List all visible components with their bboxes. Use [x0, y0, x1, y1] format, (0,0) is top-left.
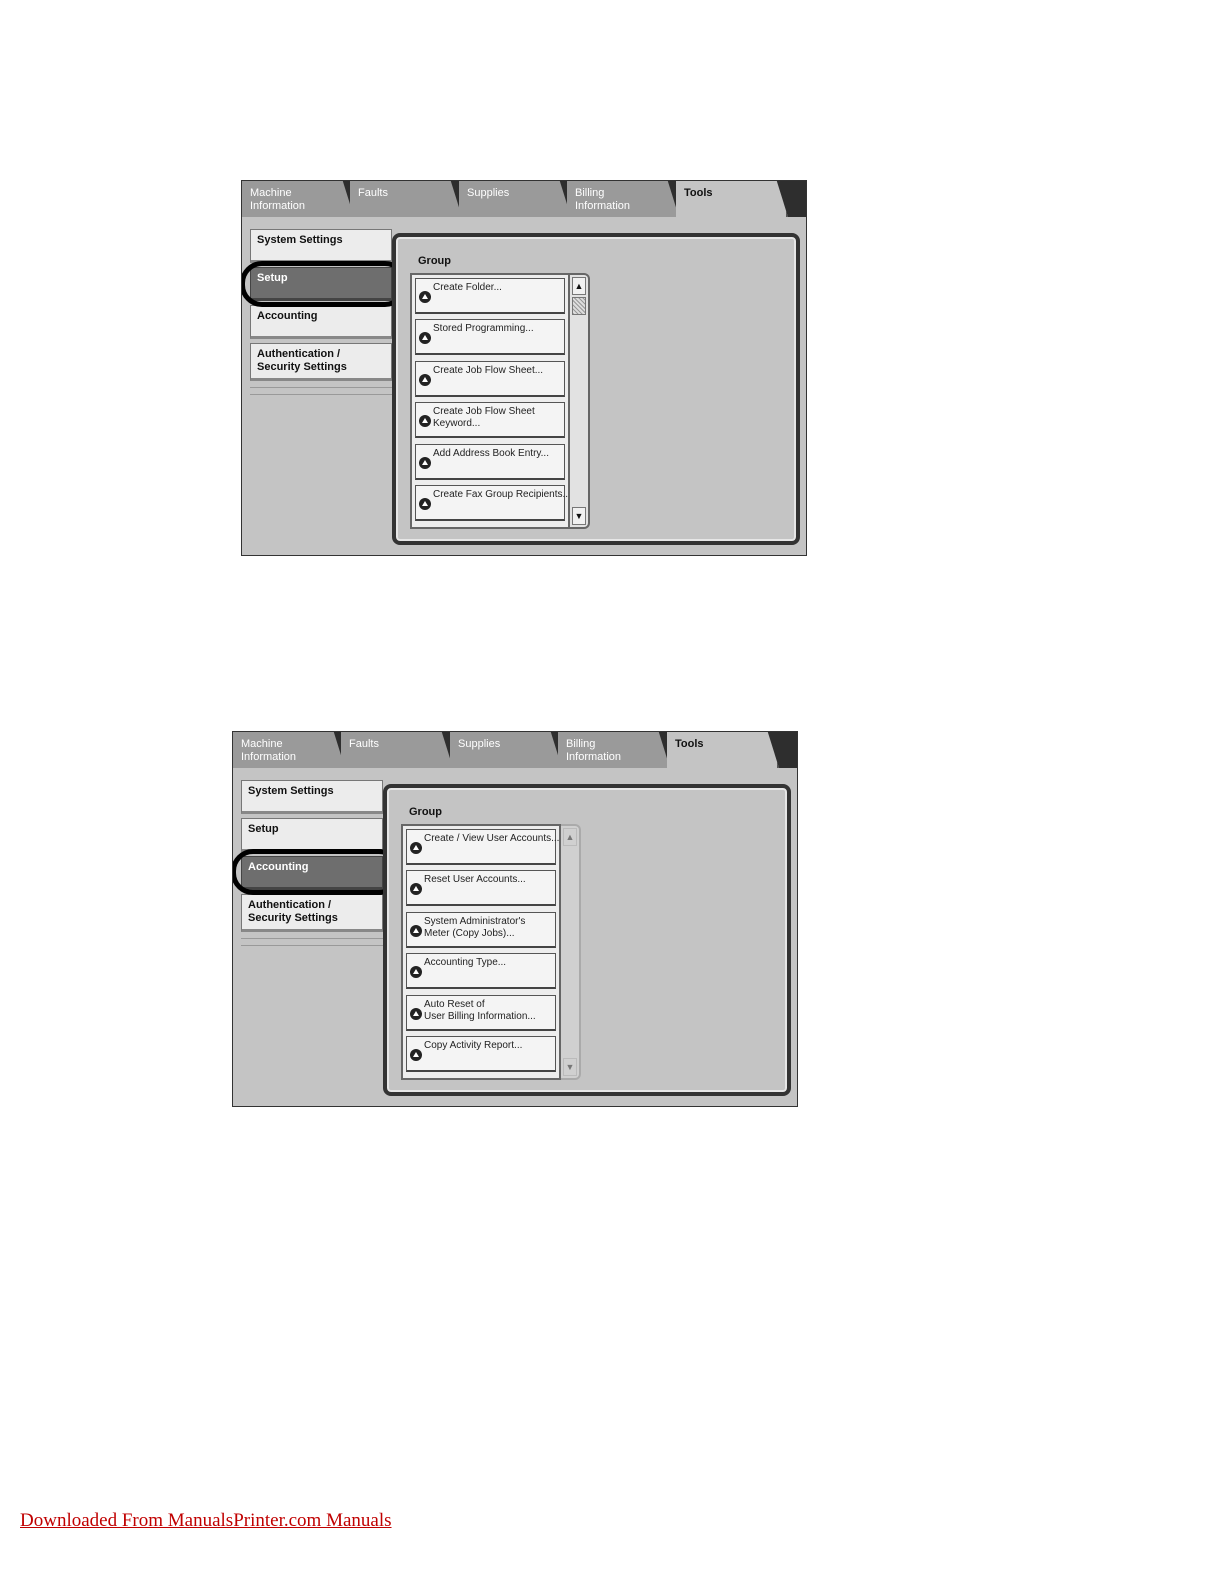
expand-arrow-icon: [419, 415, 431, 427]
tab-faults[interactable]: Faults: [350, 181, 462, 217]
list-item-copy-activity-report[interactable]: Copy Activity Report...: [406, 1036, 556, 1072]
side-divider: [250, 387, 392, 395]
tools-screen-setup: Machine Information Faults Supplies Bill…: [241, 180, 807, 556]
tab-faults[interactable]: Faults: [341, 732, 453, 768]
expand-arrow-icon: [419, 457, 431, 469]
tab-machine-information[interactable]: Machine Information: [233, 732, 345, 768]
expand-arrow-icon: [419, 498, 431, 510]
list-item-create-job-flow-sheet[interactable]: Create Job Flow Sheet...: [415, 361, 565, 397]
list-item-accounting-type[interactable]: Accounting Type...: [406, 953, 556, 989]
side-item-accounting[interactable]: Accounting: [250, 305, 392, 339]
tab-bar: Machine Information Faults Supplies Bill…: [233, 732, 797, 768]
side-item-system-settings[interactable]: System Settings: [250, 229, 392, 263]
tab-supplies[interactable]: Supplies: [459, 181, 571, 217]
side-item-system-settings[interactable]: System Settings: [241, 780, 383, 814]
expand-arrow-icon: [410, 883, 422, 895]
group-label: Group: [409, 806, 442, 818]
highlight-ring: [233, 849, 401, 895]
tab-machine-information[interactable]: Machine Information: [242, 181, 354, 217]
side-item-setup[interactable]: Setup: [241, 818, 383, 852]
group-panel: Group Create Folder... Stored Programmin…: [392, 233, 800, 545]
list-item-add-address-book-entry[interactable]: Add Address Book Entry...: [415, 444, 565, 480]
list-item-create-fax-group-recipients[interactable]: Create Fax Group Recipients...: [415, 485, 568, 521]
group-label: Group: [418, 255, 451, 267]
list-scrollbar[interactable]: ▲ ▼: [561, 824, 581, 1080]
highlight-ring: [242, 261, 407, 307]
scroll-up-button[interactable]: ▲: [563, 828, 577, 846]
tab-tools[interactable]: Tools: [676, 181, 788, 217]
expand-arrow-icon: [410, 1008, 422, 1020]
expand-arrow-icon: [419, 332, 431, 344]
tab-bar: Machine Information Faults Supplies Bill…: [242, 181, 806, 217]
expand-arrow-icon: [410, 925, 422, 937]
tools-screen-accounting: Machine Information Faults Supplies Bill…: [232, 731, 798, 1107]
list-item-auto-reset-billing[interactable]: Auto Reset of User Billing Information..…: [406, 995, 556, 1031]
list-item-create-job-flow-sheet-keyword[interactable]: Create Job Flow Sheet Keyword...: [415, 402, 565, 438]
group-list: Create Folder... Stored Programming... C…: [410, 273, 570, 529]
list-scrollbar[interactable]: ▲ ▼: [570, 273, 590, 529]
scroll-down-button[interactable]: ▼: [563, 1058, 577, 1076]
tab-billing-information[interactable]: Billing Information: [567, 181, 679, 217]
list-item-create-folder[interactable]: Create Folder...: [415, 278, 565, 314]
expand-arrow-icon: [410, 1049, 422, 1061]
expand-arrow-icon: [419, 374, 431, 386]
list-item-reset-user-accounts[interactable]: Reset User Accounts...: [406, 870, 556, 906]
expand-arrow-icon: [410, 966, 422, 978]
group-list: Create / View User Accounts... Reset Use…: [401, 824, 561, 1080]
expand-arrow-icon: [410, 842, 422, 854]
footer-download-link[interactable]: Downloaded From ManualsPrinter.com Manua…: [20, 1510, 392, 1532]
side-divider: [241, 938, 383, 946]
group-panel: Group Create / View User Accounts... Res…: [383, 784, 791, 1096]
side-item-authentication-security[interactable]: Authentication / Security Settings: [250, 343, 392, 381]
expand-arrow-icon: [419, 291, 431, 303]
tab-billing-information[interactable]: Billing Information: [558, 732, 670, 768]
scroll-down-button[interactable]: ▼: [572, 507, 586, 525]
scroll-thumb[interactable]: [572, 297, 586, 315]
list-item-stored-programming[interactable]: Stored Programming...: [415, 319, 565, 355]
list-item-system-administrator-meter[interactable]: System Administrator's Meter (Copy Jobs)…: [406, 912, 556, 948]
tab-supplies[interactable]: Supplies: [450, 732, 562, 768]
tab-tools[interactable]: Tools: [667, 732, 779, 768]
scroll-up-button[interactable]: ▲: [572, 277, 586, 295]
side-item-authentication-security[interactable]: Authentication / Security Settings: [241, 894, 383, 932]
list-item-create-view-user-accounts[interactable]: Create / View User Accounts...: [406, 829, 559, 865]
